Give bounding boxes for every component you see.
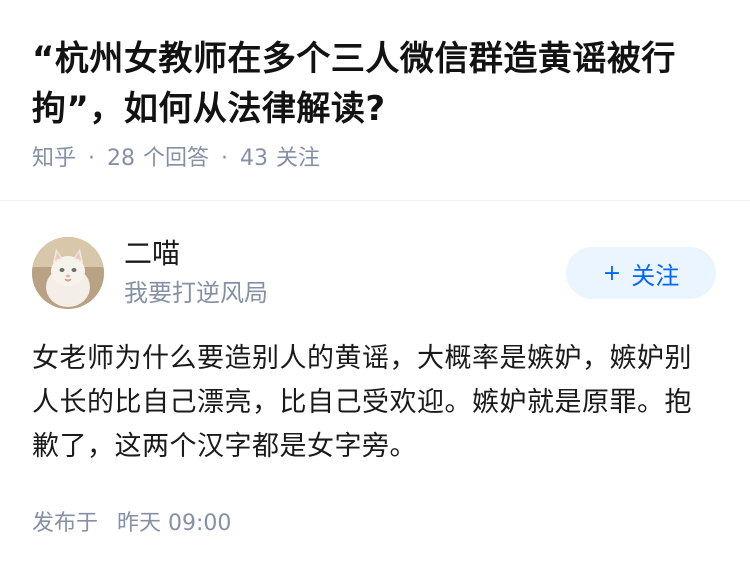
follow-count: 43 [240, 146, 269, 171]
follow-button[interactable]: + 关注 [566, 247, 716, 299]
answer-count-label[interactable]: 个回答 [143, 144, 209, 174]
question-title[interactable]: “杭州女教师在多个三人微信群造黄谣被行拘”，如何从法律解读? [32, 34, 718, 134]
author-row: 二喵 我要打逆风局 + 关注 [32, 235, 718, 311]
question-header: “杭州女教师在多个三人微信群造黄谣被行拘”，如何从法律解读? 知乎 · 28 个… [0, 0, 750, 171]
answer-count: 28 [107, 146, 136, 171]
follow-button-label: 关注 [631, 261, 680, 290]
published-time: 昨天 09:00 [117, 511, 232, 536]
author-name[interactable]: 二喵 [124, 236, 566, 272]
plus-icon: + [602, 260, 622, 286]
answer-timestamp: 发布于 昨天 09:00 [32, 509, 718, 539]
answer-content[interactable]: 女老师为什么要造别人的黄谣，大概率是嫉妒，嫉妒别人长的比自己漂亮，比自己受欢迎。… [32, 337, 718, 469]
follow-count-label: 关注 [276, 146, 321, 171]
meta-separator: · [221, 146, 229, 171]
author-bio: 我要打逆风局 [124, 279, 268, 307]
answer-card: 二喵 我要打逆风局 + 关注 女老师为什么要造别人的黄谣，大概率是嫉妒，嫉妒别人… [0, 235, 750, 539]
author-info: 二喵 我要打逆风局 [124, 236, 566, 310]
meta-separator: · [88, 146, 96, 171]
question-meta: 知乎 · 28 个回答 · 43 关注 [32, 144, 718, 174]
published-label: 发布于 [32, 511, 99, 536]
section-divider [0, 200, 750, 201]
cat-avatar-icon[interactable] [32, 237, 104, 309]
source-label[interactable]: 知乎 [32, 144, 76, 174]
